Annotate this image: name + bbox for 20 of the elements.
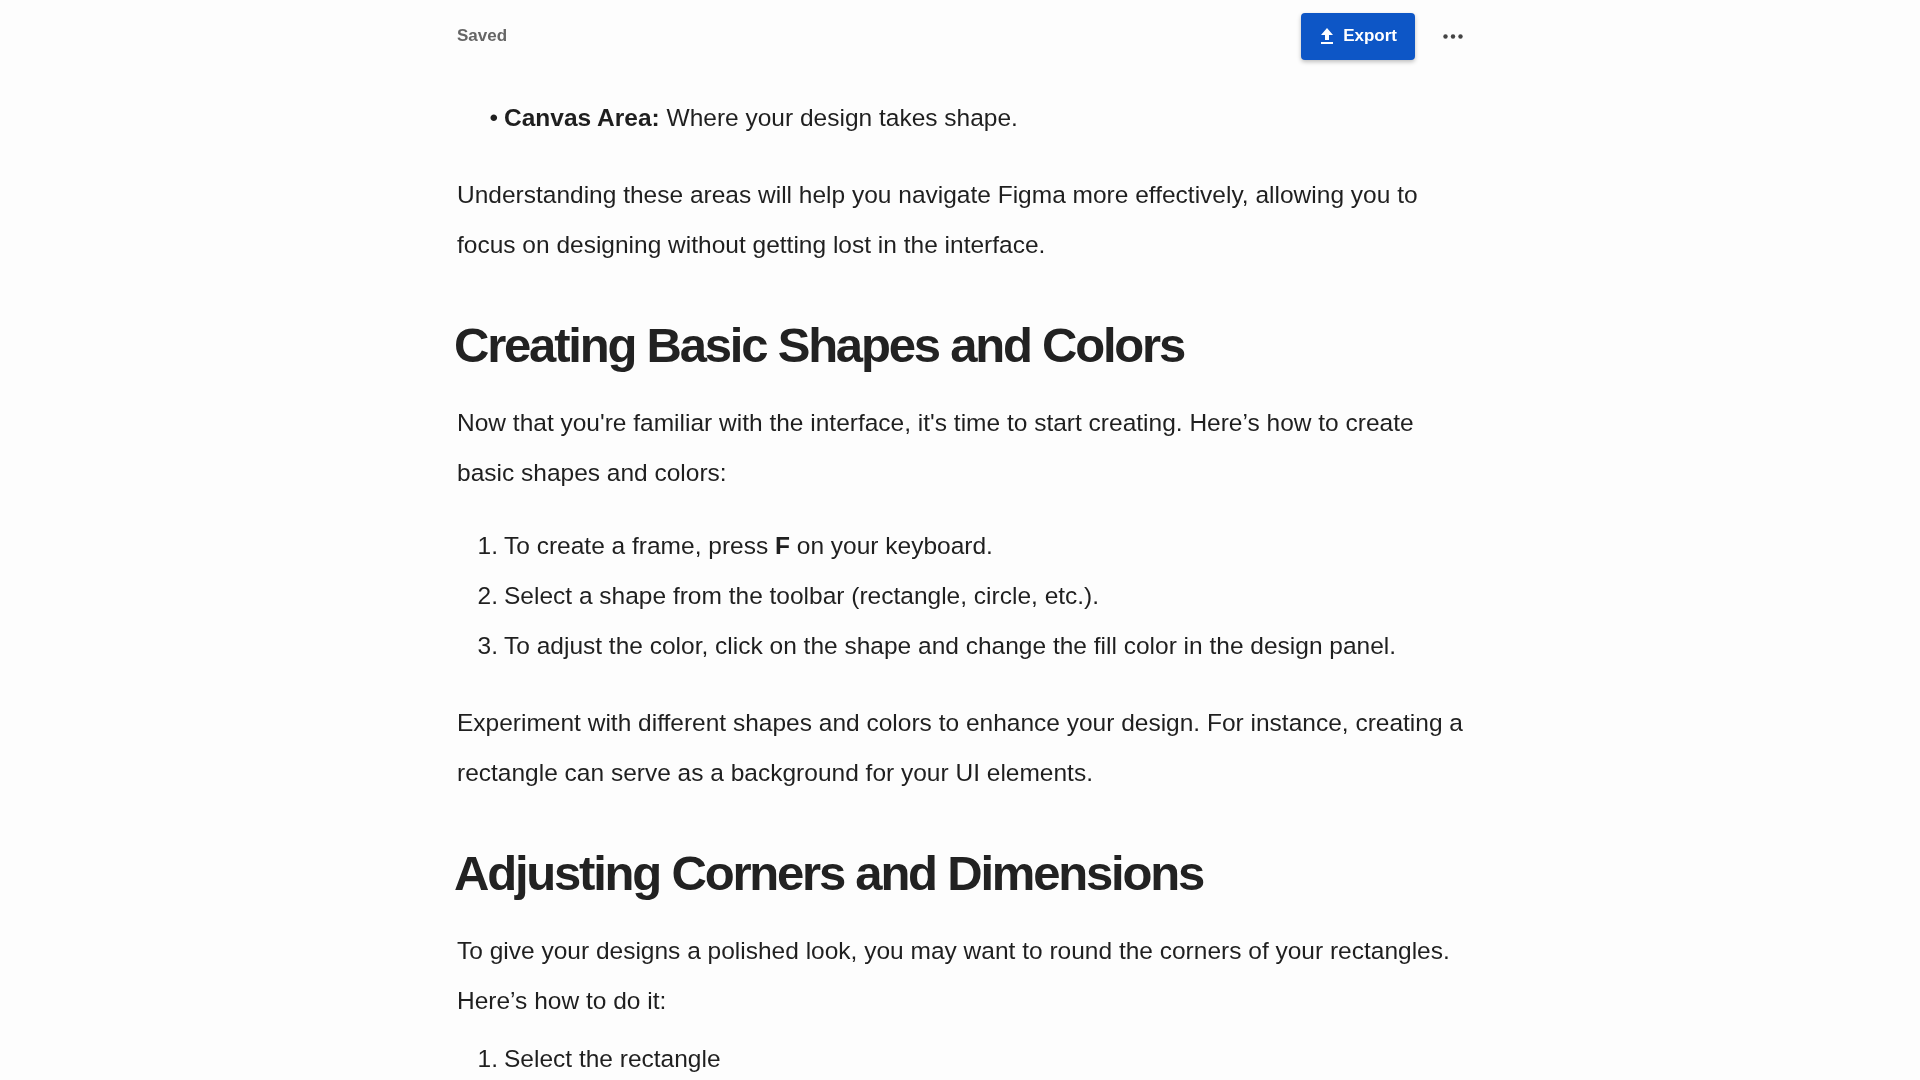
list-number: 1. [477, 531, 498, 561]
bullet-marker: • [489, 103, 498, 133]
list-item-text: Select a shape from the toolbar (rectangle, circle, etc.). [504, 581, 1100, 611]
paragraph: Experiment with different shapes and colors to enhance your design. For instance, creating a rectangle can serve as a background for your UI elements. [457, 708, 1464, 788]
list-number: 1. [477, 1044, 498, 1074]
save-status: Saved [457, 25, 508, 48]
paragraph: Now that you're familiar with the interface, it's time to start creating. Here’s how to create basic shapes and colors: [457, 408, 1415, 488]
section-heading: Creating Basic Shapes and Colors [454, 317, 1186, 374]
export-button[interactable]: Export [1301, 12, 1415, 60]
upload-icon [1319, 27, 1336, 45]
list-item-text: To create a frame, press F on your keyboard. [504, 531, 993, 561]
list-item-text: Select the rectangle [504, 1044, 721, 1074]
more-icon [1443, 34, 1463, 40]
list-number: 3. [477, 631, 498, 661]
paragraph: Understanding these areas will help you navigate Figma more effectively, allowing you to focus on designing without getting lost in the interface. [457, 180, 1419, 260]
paragraph: To give your designs a polished look, you may want to round the corners of your rectangles. Here’s how to do it: [457, 936, 1451, 1016]
list-item-text: To adjust the color, click on the shape and change the fill color in the design panel. [504, 631, 1397, 661]
list-number: 2. [477, 581, 498, 611]
list-item-text: Canvas Area: Where your design takes shape. [504, 103, 1018, 133]
section-heading: Adjusting Corners and Dimensions [454, 845, 1205, 902]
